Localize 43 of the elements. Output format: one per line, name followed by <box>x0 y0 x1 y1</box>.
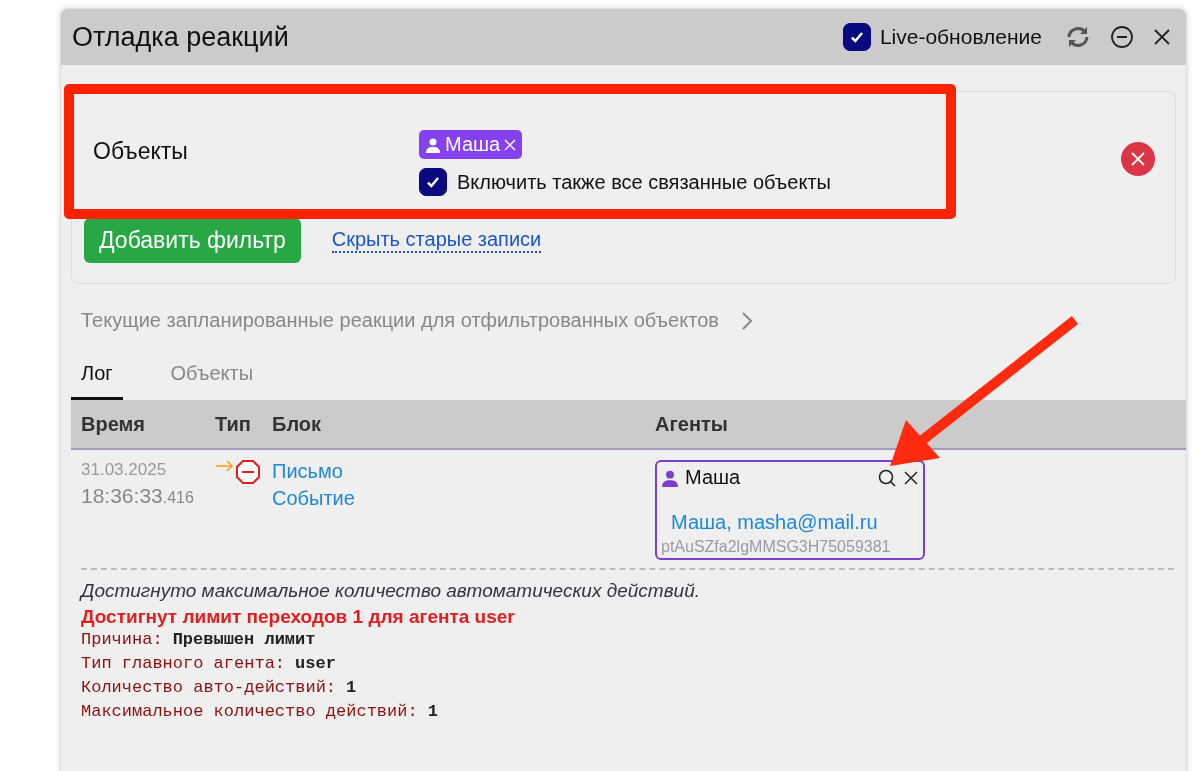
minimize-icon[interactable] <box>1110 25 1134 49</box>
person-icon <box>425 136 441 153</box>
scheduled-reactions-label[interactable]: Текущие запланированные реакции для отфильтрованных объектов <box>81 309 719 332</box>
filter-label: Объекты <box>92 137 189 165</box>
add-filter-button[interactable]: Добавить фильтр <box>84 218 301 263</box>
error-message: Достигнут лимит переходов 1 для агента user <box>81 606 516 628</box>
log-date: 31.03.2025 <box>81 460 168 480</box>
log-note: Достигнуто максимальное количество автоматических действий. <box>81 580 701 602</box>
include-related-checkbox[interactable] <box>419 168 447 196</box>
agent-name: Маша <box>685 466 742 489</box>
include-related-label: Включить также все связанные объекты <box>457 170 831 194</box>
remove-icon[interactable] <box>504 138 517 151</box>
hide-old-link[interactable]: Скрыть старые записи <box>331 228 542 253</box>
close-icon[interactable] <box>1152 27 1172 47</box>
agent-link[interactable]: Маша, masha@mail.ru <box>661 489 919 538</box>
stop-sign-icon <box>236 460 260 484</box>
block-link[interactable]: Событие <box>272 487 655 510</box>
detail-label: Тип главного агента: <box>81 654 286 673</box>
block-link[interactable]: Письмо <box>272 460 655 483</box>
column-header: Агенты <box>655 412 729 436</box>
arrow-right-icon <box>215 460 235 472</box>
log-time: 18:36:33.416 <box>81 484 195 508</box>
detail-value: Превышен лимит <box>172 630 316 649</box>
column-header: Блок <box>272 412 323 436</box>
tab[interactable]: Объекты <box>160 362 264 400</box>
agent-id: ptAuSZfa2lgMMSG3H75059381 <box>661 538 892 556</box>
column-header: Тип <box>215 412 252 436</box>
object-chip[interactable]: Маша <box>419 130 523 159</box>
live-update-label: Live-обновление <box>879 25 1042 49</box>
detail-label: Максимальное количество действий: <box>81 702 418 721</box>
delete-filter-icon[interactable] <box>1121 142 1155 176</box>
chevron-icon[interactable] <box>740 310 753 331</box>
detail-value: 1 <box>427 702 438 721</box>
detail-value: user <box>295 654 336 673</box>
window-title: Отладка реакций <box>72 21 290 53</box>
detail-label: Причина: <box>81 630 163 649</box>
person-icon <box>661 468 679 487</box>
detail-value: 1 <box>346 678 357 697</box>
close-icon[interactable] <box>903 469 919 486</box>
live-update-checkbox[interactable] <box>842 23 871 51</box>
detail-label: Количество авто-действий: <box>81 678 337 697</box>
column-header: Время <box>81 412 146 436</box>
search-icon[interactable] <box>877 467 897 488</box>
